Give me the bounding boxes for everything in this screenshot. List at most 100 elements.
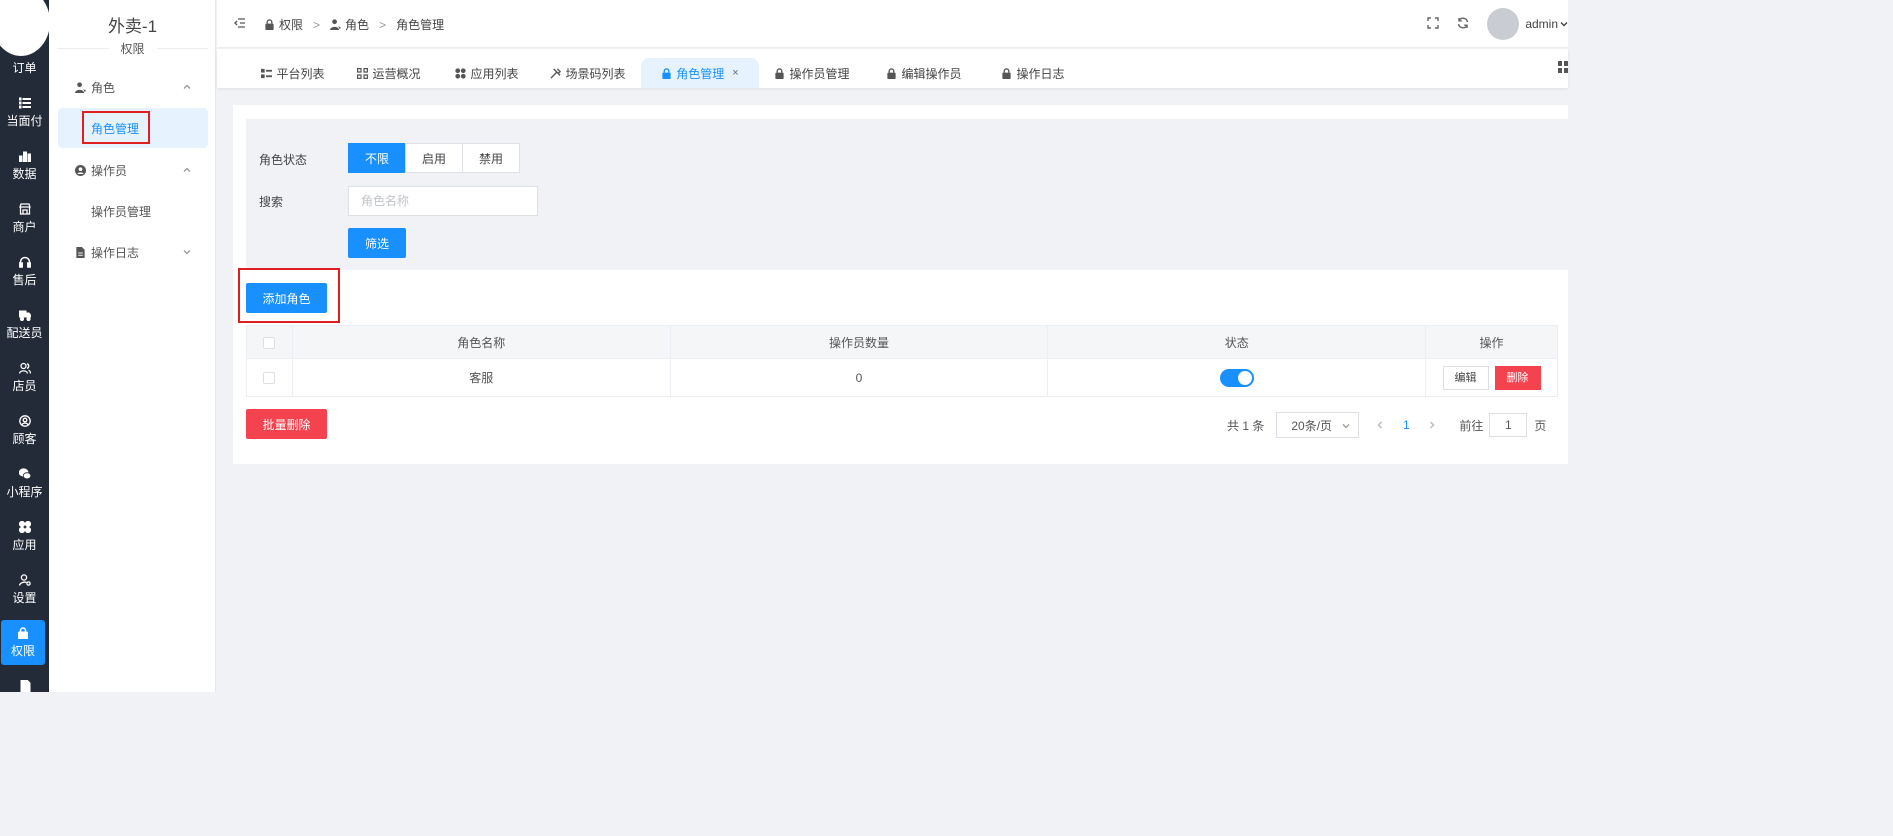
fullscreen-icon[interactable] — [1427, 17, 1441, 31]
tools-icon — [550, 67, 562, 79]
chevron-up-icon — [182, 164, 192, 174]
wechat-icon — [18, 467, 32, 481]
status-option-all[interactable]: 不限 — [348, 143, 406, 173]
rail-item-after-sales[interactable]: 售后 — [0, 249, 49, 294]
rail-item-data[interactable]: 数据 — [0, 143, 49, 188]
menu-item-label: 角色管理 — [91, 121, 140, 136]
table-row: 客服 0 编辑 删除 — [246, 358, 1558, 397]
close-icon[interactable]: × — [732, 67, 738, 79]
column-header-status[interactable]: 状态 — [1047, 325, 1427, 359]
select-all-checkbox[interactable] — [263, 336, 276, 349]
column-header-operator-count[interactable]: 操作员数量 — [669, 325, 1049, 359]
tab-app-list[interactable]: 应用列表 — [439, 58, 535, 88]
column-header-role-name[interactable]: 角色名称 — [291, 325, 671, 359]
lock-icon — [265, 19, 274, 30]
customer-icon — [18, 414, 32, 428]
column-header-actions: 操作 — [1425, 325, 1558, 359]
breadcrumb-label: 权限 — [279, 18, 304, 32]
header-tools: admin — [1427, 0, 1568, 48]
tab-role-management[interactable]: 角色管理 × — [641, 58, 759, 88]
tab-label: 角色管理 — [676, 66, 725, 81]
role-name-cell: 客服 — [291, 358, 671, 397]
user-name[interactable]: admin — [1525, 17, 1558, 31]
page-number-current[interactable]: 1 — [1399, 418, 1413, 432]
goto-page-input[interactable] — [1489, 413, 1528, 437]
menu-group-label: 角色 — [91, 80, 116, 95]
refresh-icon[interactable] — [1457, 17, 1471, 31]
delete-button[interactable]: 删除 — [1494, 365, 1541, 390]
apps-icon — [455, 67, 467, 79]
actions-cell: 编辑 删除 — [1425, 358, 1558, 397]
rail-item-label: 权限 — [10, 644, 35, 658]
status-option-disabled[interactable]: 禁用 — [462, 143, 520, 173]
rail-item-mini-program[interactable]: 小程序 — [0, 461, 49, 506]
lock-icon — [662, 67, 671, 79]
page-unit-label: 页 — [1534, 418, 1547, 433]
chevron-up-icon — [182, 81, 192, 91]
apps-icon — [18, 520, 32, 534]
operator-count-cell: 0 — [669, 358, 1049, 397]
menu-item-operator-management[interactable]: 操作员管理 — [58, 191, 208, 231]
tab-operations-overview[interactable]: 运营概况 — [339, 58, 439, 88]
rail-item-face-pay[interactable]: 当面付 — [0, 90, 49, 135]
chevron-down-icon — [182, 246, 192, 256]
status-toggle[interactable] — [1219, 368, 1254, 387]
toggle-knob — [1237, 370, 1252, 385]
rail-item-customer[interactable]: 顾客 — [0, 408, 49, 453]
goto-label: 前往 — [1459, 418, 1484, 433]
role-name-search-input[interactable] — [348, 186, 538, 216]
row-select-cell — [246, 358, 293, 397]
filter-button[interactable]: 筛选 — [348, 228, 406, 258]
menu-group-operator[interactable]: 操作员 — [49, 158, 216, 182]
add-role-button[interactable]: 添加角色 — [246, 283, 327, 313]
content-card: 角色状态 不限 启用 禁用 搜索 筛选 添加角色 角色名称 操作员数量 状态 操… — [233, 105, 1568, 464]
pagination: 共 1 条 20条/页 1 前往 页 — [1227, 412, 1546, 438]
tab-edit-operator[interactable]: 编辑操作员 — [877, 58, 971, 88]
tab-operation-log[interactable]: 操作日志 — [991, 58, 1075, 88]
batch-delete-button[interactable]: 批量删除 — [246, 409, 327, 439]
page-size-select[interactable]: 20条/页 — [1276, 412, 1360, 438]
store-icon — [18, 202, 32, 216]
status-cell — [1047, 358, 1427, 397]
rail-item-orders[interactable]: 订单 — [0, 50, 49, 80]
rail-item-courier[interactable]: 配送员 — [0, 302, 49, 347]
rail-item-label: 店员 — [12, 379, 37, 393]
tab-label: 平台列表 — [276, 66, 325, 81]
rail-item-settings[interactable]: 设置 — [0, 567, 49, 612]
tab-operator-management[interactable]: 操作员管理 — [767, 58, 857, 88]
status-option-enabled[interactable]: 启用 — [405, 143, 463, 173]
edit-button[interactable]: 编辑 — [1442, 365, 1489, 390]
chevron-down-icon[interactable] — [1560, 17, 1568, 31]
report-icon — [18, 679, 32, 692]
breadcrumb: 权限 > 角色 > 角色管理 — [264, 16, 444, 33]
rail-item-merchant[interactable]: 商户 — [0, 196, 49, 241]
menu-group-role[interactable]: 角色 — [49, 75, 216, 99]
breadcrumb-item[interactable]: 权限 — [264, 16, 303, 33]
avatar[interactable] — [1487, 8, 1520, 40]
row-checkbox[interactable] — [263, 372, 276, 385]
rail-item-clerk[interactable]: 店员 — [0, 355, 49, 400]
grid-list-icon — [261, 68, 273, 78]
tab-menu-icon[interactable] — [1558, 61, 1568, 75]
tab-label: 运营概况 — [372, 66, 421, 81]
settings-icon — [18, 573, 32, 587]
menu-group-operation-log[interactable]: 操作日志 — [49, 240, 216, 264]
breadcrumb-item[interactable]: 角色 — [330, 16, 369, 33]
next-page-icon[interactable] — [1425, 418, 1439, 432]
menu-fold-icon[interactable] — [234, 17, 246, 29]
main-nav-rail: 订单 当面付 数据 商户 售后 配送员 店员 顾客 小程序 应用 设置 权限 — [0, 0, 49, 692]
page-size-value: 20条/页 — [1291, 418, 1333, 433]
menu-item-role-management[interactable]: 角色管理 — [58, 108, 208, 148]
rail-item-permission[interactable]: 权限 — [1, 620, 45, 665]
rail-item-label: 订单 — [12, 61, 37, 75]
breadcrumb-separator: > — [313, 17, 321, 32]
tab-platform-list[interactable]: 平台列表 — [247, 58, 339, 88]
tab-scene-code-list[interactable]: 场景码列表 — [535, 58, 641, 88]
breadcrumb-label: 角色 — [345, 18, 370, 32]
rail-item-apps[interactable]: 应用 — [0, 514, 49, 559]
prev-page-icon[interactable] — [1373, 418, 1387, 432]
rail-item-label: 应用 — [12, 538, 37, 552]
rail-item-more[interactable] — [0, 673, 49, 692]
user-circle-icon — [75, 164, 87, 176]
select-all-cell — [246, 325, 293, 359]
